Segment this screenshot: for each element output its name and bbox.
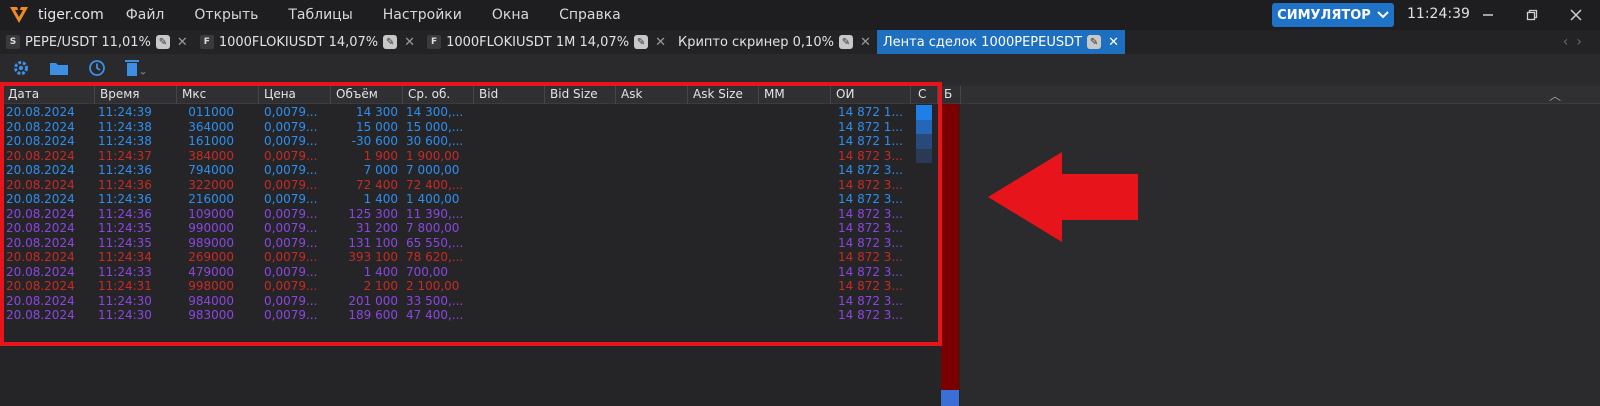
tabbar: S PEPE/USDT 11,01% ✎ ✕ F 1000FLOKIUSDT 1…	[0, 30, 1600, 54]
clock: 11:24:39	[1407, 6, 1470, 22]
arrow-left-annotation-icon	[988, 152, 1138, 242]
buy-volume-bar	[941, 390, 959, 406]
menu-settings[interactable]: Настройки	[383, 7, 462, 23]
gear-icon[interactable]	[10, 57, 32, 79]
trash-icon[interactable]	[124, 57, 146, 79]
chevron-down-icon	[1377, 11, 1389, 19]
brand-name: tiger.com	[38, 7, 104, 23]
menu-help[interactable]: Справка	[559, 7, 621, 23]
close-icon[interactable]: ✕	[1108, 35, 1119, 50]
tab-pepe-usdt[interactable]: S PEPE/USDT 11,01% ✎ ✕	[0, 30, 194, 54]
tab-type-badge: F	[427, 35, 442, 49]
tab-label: 1000FLOKIUSDT 14,07%	[218, 34, 379, 50]
close-icon[interactable]	[1560, 3, 1592, 27]
close-icon[interactable]: ✕	[404, 35, 415, 50]
tab-type-badge: F	[199, 35, 214, 49]
col-divider[interactable]	[960, 86, 961, 104]
toolbar	[0, 54, 1600, 82]
tab-label: PEPE/USDT 11,01%	[25, 34, 151, 50]
pencil-icon[interactable]: ✎	[838, 35, 853, 49]
maximize-icon[interactable]	[1516, 3, 1548, 27]
tab-1000flokiusdt-1m[interactable]: F 1000FLOKIUSDT 1M 14,07% ✎ ✕	[421, 30, 672, 54]
tab-1000flokiusdt[interactable]: F 1000FLOKIUSDT 14,07% ✎ ✕	[194, 30, 421, 54]
collapse-up-icon[interactable]: ︿	[1549, 87, 1561, 104]
minimize-icon[interactable]	[1472, 3, 1504, 27]
pencil-icon[interactable]: ✎	[383, 35, 398, 49]
pencil-icon[interactable]: ✎	[634, 35, 649, 49]
empty-panel-area	[962, 104, 1600, 406]
pencil-icon[interactable]: ✎	[1087, 35, 1102, 49]
close-icon[interactable]: ✕	[860, 35, 871, 50]
simulator-label: СИМУЛЯТОР	[1277, 7, 1371, 23]
col-b[interactable]: Б	[944, 87, 952, 101]
highlight-annotation-box	[0, 82, 942, 346]
pencil-icon[interactable]: ✎	[155, 35, 170, 49]
tab-label: 1000FLOKIUSDT 1M 14,07%	[446, 34, 630, 50]
menubar: tiger.com Файл Открыть Таблицы Настройки…	[0, 0, 1600, 30]
close-icon[interactable]: ✕	[655, 35, 666, 50]
tab-type-badge: S	[6, 35, 20, 49]
menu-open[interactable]: Открыть	[194, 7, 258, 23]
tab-crypto-screener[interactable]: Крипто скринер 0,10% ✎ ✕	[672, 30, 877, 54]
app-window: tiger.com Файл Открыть Таблицы Настройки…	[0, 0, 1600, 406]
tab-scroll-arrows[interactable]: ‹›	[1563, 34, 1590, 50]
tab-trade-tape[interactable]: Лента сделок 1000PEPEUSDT ✎ ✕	[876, 30, 1125, 54]
tiger-logo-icon	[10, 7, 28, 23]
folder-icon[interactable]	[48, 57, 70, 79]
sell-volume-bar	[941, 104, 959, 390]
menu-file[interactable]: Файл	[126, 7, 165, 23]
tab-label: Лента сделок 1000PEPEUSDT	[882, 34, 1083, 50]
tab-label: Крипто скринер 0,10%	[677, 34, 834, 50]
clock-icon[interactable]	[86, 57, 108, 79]
menu-windows[interactable]: Окна	[492, 7, 529, 23]
menu-tables[interactable]: Таблицы	[288, 7, 352, 23]
simulator-mode-button[interactable]: СИМУЛЯТОР	[1272, 3, 1394, 27]
close-icon[interactable]: ✕	[177, 35, 188, 50]
